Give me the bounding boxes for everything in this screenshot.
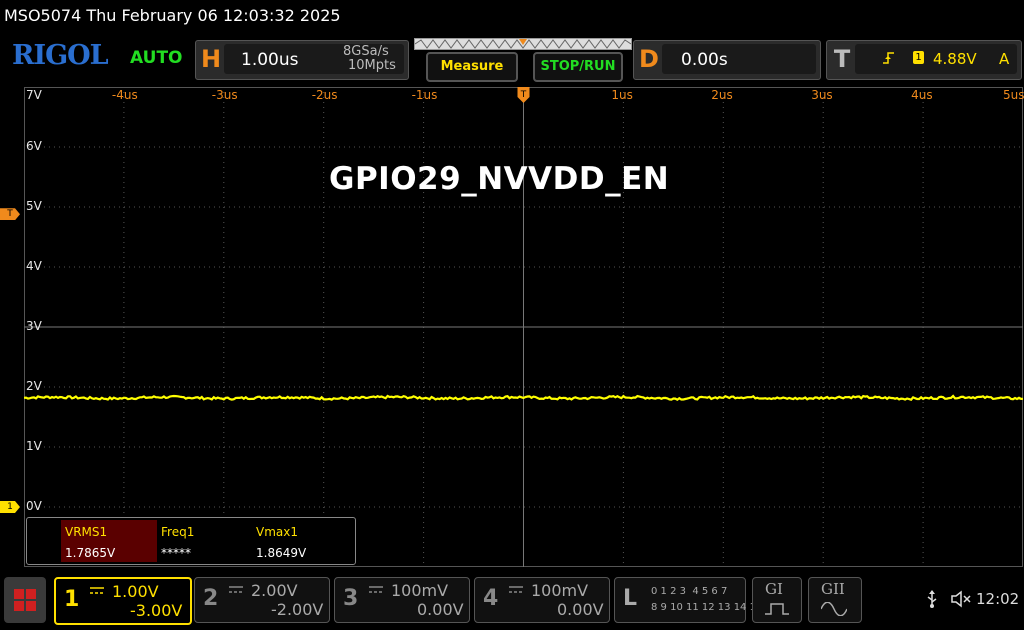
time-tick-label: -3us — [211, 88, 238, 102]
stop-run-button[interactable]: STOP/RUN — [533, 52, 623, 82]
title-bar: MSO5074 Thu February 06 12:03:32 2025 — [0, 0, 1024, 34]
sine-wave-icon — [821, 602, 847, 616]
speaker-muted-icon[interactable] — [950, 590, 972, 608]
channel4-scale: 100mV — [531, 581, 589, 600]
channel3-offset: 0.00V — [417, 600, 464, 619]
graticule — [24, 87, 1023, 567]
generator2-button[interactable]: GII — [808, 577, 862, 623]
grid-menu-icon — [14, 589, 36, 611]
channel2-number: 2 — [203, 586, 219, 611]
delay-value: 0.00s — [681, 50, 728, 70]
rising-edge-icon — [883, 52, 894, 64]
trigger-position-letter: T — [520, 90, 527, 100]
trigger-level: 4.88V — [933, 50, 977, 68]
measurement-value: ***** — [161, 546, 191, 560]
channel1-scale: 1.00V — [112, 582, 159, 601]
generator2-label: GII — [821, 580, 845, 598]
menu-button[interactable] — [4, 577, 46, 623]
measurement-panel[interactable]: VRMS1 1.7865V Freq1 ***** Vmax1 1.8649V — [26, 517, 356, 565]
rigol-logo: RIGOL — [12, 40, 109, 71]
channel3-scale: 100mV — [391, 581, 449, 600]
channel1-offset: -3.00V — [130, 601, 183, 620]
channel1-number: 1 — [64, 587, 80, 612]
logic-analyzer-box[interactable]: L 0 1 2 3 4 5 6 7 8 9 10 11 12 13 14 15 — [614, 577, 762, 623]
channel4-offset: 0.00V — [557, 600, 604, 619]
channel4-number: 4 — [483, 586, 499, 611]
channel3-box[interactable]: 3 100mV 0.00V — [334, 577, 470, 623]
channel4-box[interactable]: 4 100mV 0.00V — [474, 577, 610, 623]
time-tick-label: 4us — [911, 88, 933, 102]
voltage-tick-label: 1V — [26, 439, 42, 453]
time-tick-label: 2us — [711, 88, 733, 102]
channel2-offset: -2.00V — [271, 600, 324, 619]
delay-letter: D — [639, 45, 659, 73]
time-tick-label: -2us — [311, 88, 338, 102]
channel2-scale: 2.00V — [251, 581, 298, 600]
dc-coupling-icon — [509, 586, 523, 593]
window-title: MSO5074 Thu February 06 12:03:32 2025 — [4, 6, 341, 25]
voltage-tick-label: 0V — [26, 499, 42, 513]
memory-position-bar — [414, 38, 632, 50]
voltage-tick-label: 3V — [26, 319, 42, 333]
voltage-tick-label: 4V — [26, 259, 42, 273]
voltage-tick-label: 5V — [26, 199, 42, 213]
waveform-label: GPIO29_NVVDD_EN — [329, 161, 670, 197]
voltage-tick-label: 7V — [26, 88, 42, 102]
time-tick-label: 5us — [1003, 88, 1024, 102]
memory-depth: 10Mpts — [348, 58, 396, 73]
horizontal-letter: H — [200, 45, 222, 73]
measurement-value: 1.7865V — [65, 546, 116, 560]
trigger-coupling-mode: A — [999, 50, 1010, 68]
channel2-box[interactable]: 2 2.00V -2.00V — [194, 577, 330, 623]
channel1-ground-marker[interactable]: 1 — [0, 501, 20, 513]
square-wave-icon — [765, 603, 789, 615]
measurement-name: VRMS1 — [65, 525, 108, 539]
generator1-label: GI — [765, 580, 783, 598]
trigger-mode-auto: AUTO — [130, 48, 183, 68]
sample-rate: 8GSa/s — [343, 44, 389, 59]
logic-letter: L — [623, 586, 638, 611]
timebase-value: 1.00us — [241, 50, 299, 70]
dc-coupling-icon — [369, 586, 383, 593]
waveform-display[interactable]: T — [24, 87, 1023, 567]
time-tick-label: -4us — [111, 88, 138, 102]
time-tick-label: 1us — [611, 88, 633, 102]
trigger-position-marker: T — [517, 87, 530, 103]
measure-button[interactable]: Measure — [426, 52, 518, 82]
dc-coupling-icon — [229, 586, 243, 593]
delay-panel[interactable]: D 0.00s — [633, 40, 821, 80]
logic-channels-row1: 0 1 2 3 4 5 6 7 — [651, 586, 728, 597]
horizontal-panel[interactable]: H 1.00us 8GSa/s 10Mpts — [195, 40, 409, 80]
clock-time: 12:02 — [976, 590, 1020, 608]
channel3-number: 3 — [343, 586, 359, 611]
trigger-source-badge: 1 — [913, 51, 924, 64]
trigger-level-marker[interactable]: T — [0, 208, 20, 221]
logic-channels-row2: 8 9 10 11 12 13 14 15 — [651, 602, 763, 613]
measurement-name: Vmax1 — [256, 525, 298, 539]
voltage-tick-label: 6V — [26, 139, 42, 153]
channel1-box[interactable]: 1 1.00V -3.00V — [54, 577, 192, 625]
measurement-value: 1.8649V — [256, 546, 307, 560]
time-tick-label: 3us — [811, 88, 833, 102]
dc-coupling-icon — [90, 587, 104, 594]
measurement-name: Freq1 — [161, 525, 195, 539]
trigger-panel[interactable]: T 1 4.88V A — [826, 40, 1022, 80]
generator1-button[interactable]: GI — [752, 577, 802, 623]
usb-icon — [927, 590, 937, 608]
time-tick-label: -1us — [411, 88, 438, 102]
voltage-tick-label: 2V — [26, 379, 42, 393]
trigger-letter: T — [833, 45, 851, 73]
